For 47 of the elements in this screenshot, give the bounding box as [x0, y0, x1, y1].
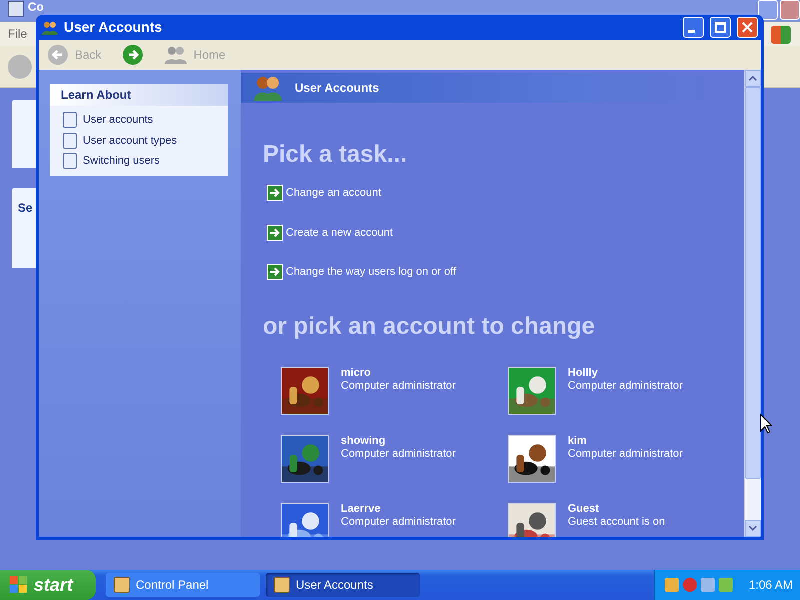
window-title: User Accounts: [64, 18, 164, 37]
window-icon: [114, 577, 130, 593]
caret-up-icon: [749, 76, 757, 81]
mouse-pointer-icon: [760, 414, 772, 434]
taskbar-button[interactable]: User Accounts: [266, 573, 420, 597]
window-icon: [274, 577, 290, 593]
account-name[interactable]: micro: [341, 366, 456, 380]
account-type: Computer administrator: [341, 516, 456, 528]
header-title: User Accounts: [295, 80, 380, 97]
account-name[interactable]: showing: [341, 434, 456, 448]
taskbar-button[interactable]: Control Panel: [106, 573, 260, 597]
section-heading: Pick a task...: [263, 141, 408, 169]
account-type: Computer administrator: [568, 380, 683, 392]
minimize-button[interactable]: [683, 17, 704, 38]
help-link[interactable]: User accounts: [83, 112, 154, 128]
clock: 1:06 AM: [749, 577, 794, 594]
scrollbar[interactable]: [744, 70, 761, 537]
scroll-thumb[interactable]: [745, 87, 761, 479]
close-icon: [742, 22, 753, 33]
scroll-down-button[interactable]: [745, 520, 761, 537]
panel-title: Learn About: [61, 87, 132, 104]
task-link[interactable]: Create a new account: [286, 224, 394, 241]
help-link[interactable]: Switching users: [83, 153, 160, 170]
account-type: Computer administrator: [341, 380, 456, 392]
window-title: Co: [28, 1, 44, 14]
section-heading: or pick an account to change: [263, 312, 596, 340]
scroll-up-button[interactable]: [745, 70, 761, 87]
account-name[interactable]: Guest: [568, 502, 666, 516]
account-type: Computer administrator: [341, 448, 456, 460]
caret-down-icon: [749, 526, 757, 531]
account-type: Guest account is on: [568, 516, 666, 528]
users-icon: [164, 45, 188, 65]
maximize-button[interactable]: [710, 17, 731, 38]
section-heading: Se: [18, 201, 33, 215]
account-type: Computer administrator: [568, 448, 683, 460]
account-name[interactable]: Laerrve: [341, 502, 456, 516]
task-link[interactable]: Change the way users log on or off: [286, 264, 456, 280]
help-link[interactable]: User account types: [83, 132, 178, 149]
restore-button[interactable]: [758, 0, 778, 20]
task-link[interactable]: Change an account: [286, 185, 382, 202]
close-button[interactable]: [737, 17, 758, 38]
users-icon: [253, 75, 283, 101]
users-icon: [42, 20, 58, 36]
account-name[interactable]: Hollly: [568, 366, 683, 380]
menu-item[interactable]: File: [8, 25, 28, 43]
start-button[interactable]: start: [0, 570, 96, 600]
account-name[interactable]: kim: [568, 434, 683, 448]
